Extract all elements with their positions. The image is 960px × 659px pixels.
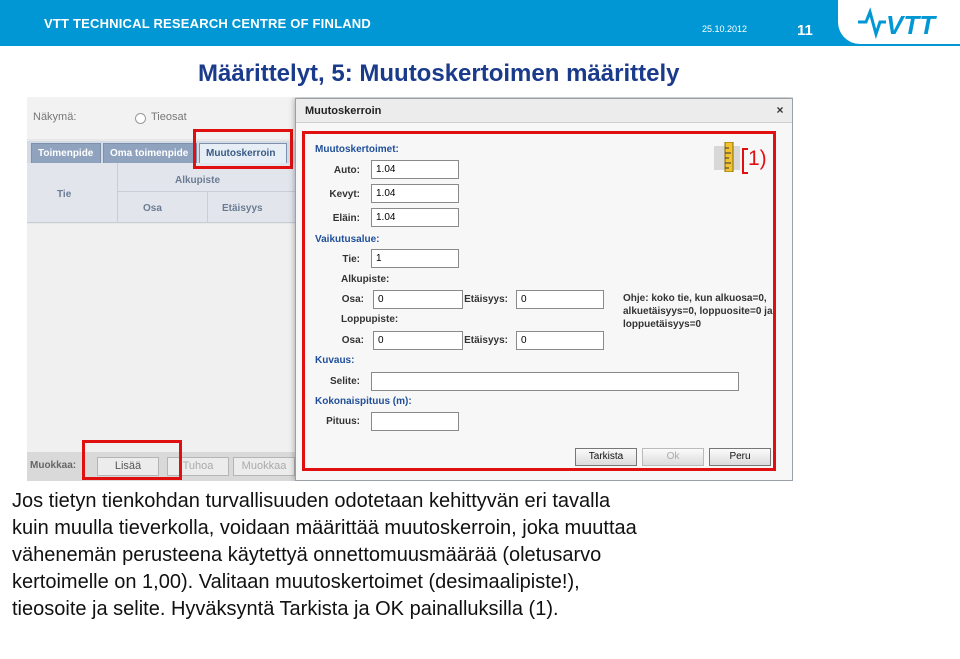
tab-toimenpide[interactable]: Toimenpide [31,143,101,163]
vtt-logo: VTT [838,0,960,44]
pituus-label: Pituus: [326,416,360,427]
alku-osa-input[interactable] [373,290,463,309]
dialog-titlebar: Muutoskerroin × [296,99,792,123]
pituus-input[interactable] [371,412,459,431]
organization-name: VTT TECHNICAL RESEARCH CENTRE OF FINLAND [44,16,371,31]
selite-input[interactable] [371,372,739,391]
elain-input[interactable] [371,208,459,227]
highlight-tab [193,129,293,169]
page-number: 11 [797,22,813,39]
loppu-etaisyys-input[interactable] [516,331,604,350]
results-grid-body [27,224,295,452]
loppu-osa-label: Osa: [341,335,364,346]
loppu-etaisyys-label: Etäisyys: [464,335,508,346]
highlight-add-button [82,440,182,480]
tie-label: Tie: [342,254,360,265]
edit-label: Muokkaa: [30,460,77,471]
close-icon[interactable]: × [773,103,787,117]
help-text: Ohje: koko tie, kun alkuosa=0, alkuetäis… [623,292,793,331]
help-line-3: loppuetäisyys=0 [623,319,702,330]
loppu-osa-input[interactable] [373,331,463,350]
section-total-length: Kokonaispituus (m): [315,396,412,407]
alku-etaisyys-label: Etäisyys: [464,294,508,305]
section-multipliers: Muutoskertoimet: [315,144,399,155]
body-line-3: vähenemän perusteena käytettyä onnettomu… [12,544,602,566]
radio-tieosat[interactable] [135,113,146,124]
annotation-marker: 1) [748,147,767,170]
alkupiste-label: Alkupiste: [341,274,390,285]
auto-input[interactable] [371,160,459,179]
column-osa[interactable]: Osa [143,203,162,214]
alku-osa-label: Osa: [341,294,364,305]
column-tie[interactable]: Tie [57,189,71,200]
auto-label: Auto: [333,165,360,176]
view-label: Näkymä: [33,111,77,123]
check-button[interactable]: Tarkista [575,448,637,466]
vtt-logo-icon: VTT [858,7,937,40]
slide-title: Määrittelyt, 5: Muutoskertoimen määritte… [198,60,680,87]
slide-header: VTT TECHNICAL RESEARCH CENTRE OF FINLAND… [0,0,960,46]
tab-oma-toimenpide[interactable]: Oma toimenpide [103,143,197,163]
column-etaisyys[interactable]: Etäisyys [222,203,263,214]
app-screenshot: Näkymä: Tieosat Toimenpide Oma toimenpid… [27,97,793,481]
help-line-2: alkuetäisyys=0, loppuosite=0 ja [623,306,773,317]
body-line-2: kuin muulla tieverkolla, voidaan määritt… [12,517,637,539]
body-line-1: Jos tietyn tienkohdan turvallisuuden odo… [12,490,611,512]
edit-button[interactable]: Muokkaa [233,457,295,476]
cancel-button[interactable]: Peru [709,448,771,466]
results-grid-header: Tie Alkupiste Osa Etäisyys [27,163,295,223]
elain-label: Eläin: [332,213,360,224]
help-line-1: Ohje: koko tie, kun alkuosa=0, [623,293,767,304]
selite-label: Selite: [329,376,360,387]
column-alkupiste: Alkupiste [175,175,221,186]
section-scope: Vaikutusalue: [315,234,380,245]
svg-text:VTT: VTT [886,10,937,40]
slide-date: 25.10.2012 [702,24,748,34]
body-line-4: kertoimelle on 1,00). Valitaan muutosker… [12,571,580,593]
alku-etaisyys-input[interactable] [516,290,604,309]
loppupiste-label: Loppupiste: [341,314,399,325]
ruler-icon [714,142,740,172]
body-text: Jos tietyn tienkohdan turvallisuuden odo… [12,488,952,623]
kevyt-input[interactable] [371,184,459,203]
ok-button[interactable]: Ok [642,448,704,466]
kevyt-label: Kevyt: [329,189,360,200]
tie-input[interactable] [371,249,459,268]
body-line-5: tieosoite ja selite. Hyväksyntä Tarkista… [12,598,559,620]
radio-tieosat-label: Tieosat [151,111,187,123]
dialog-title: Muutoskerroin [305,105,382,117]
section-description: Kuvaus: [315,355,355,366]
